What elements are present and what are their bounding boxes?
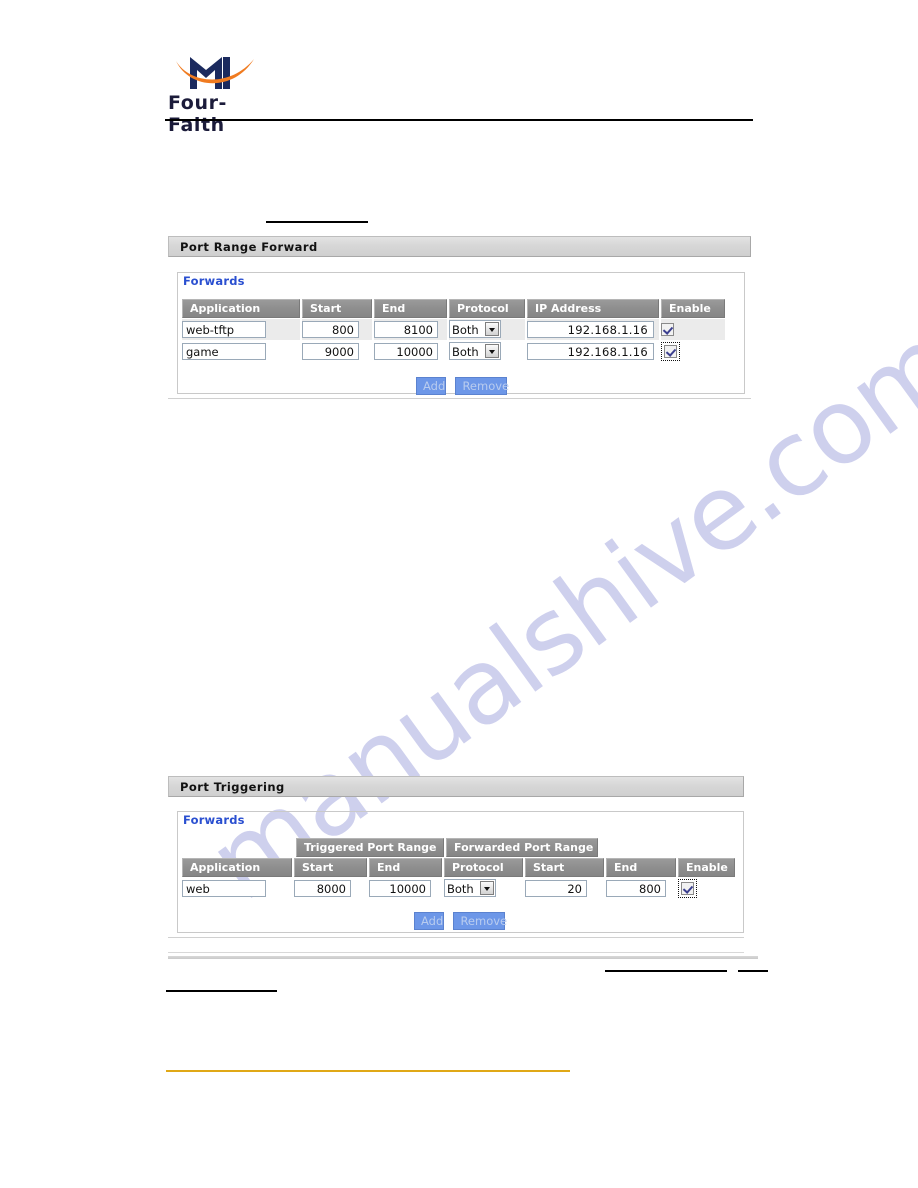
table-header-row: Application Start End Protocol Start End…	[182, 858, 735, 877]
column-header-enable: Enable	[678, 858, 735, 877]
section-header-port-triggering: Port Triggering	[168, 776, 744, 797]
column-header-forward-end: End	[606, 858, 676, 877]
section-title: Port Triggering	[180, 780, 285, 794]
protocol-select-value: Both	[452, 323, 479, 338]
ip-address-input[interactable]	[527, 321, 654, 338]
column-header-application: Application	[182, 299, 300, 318]
redaction-bar-footer-right-2	[738, 970, 768, 972]
protocol-select[interactable]: Both	[449, 342, 501, 361]
cell-enable	[661, 319, 725, 340]
section-title: Port Range Forward	[180, 240, 318, 254]
brand-logo: Four-Faith	[168, 48, 278, 136]
protocol-select[interactable]: Both	[444, 879, 496, 898]
section-header-port-range-forward: Port Range Forward	[168, 236, 751, 257]
port-range-forward-table: Application Start End Protocol IP Addres…	[180, 298, 727, 363]
enable-checkbox-focus-ring	[678, 879, 697, 898]
cell-enable	[678, 878, 735, 899]
remove-button[interactable]: Remove	[455, 377, 509, 395]
cell-forward-start	[525, 878, 604, 899]
start-port-input[interactable]	[302, 343, 359, 360]
application-input[interactable]	[182, 343, 266, 360]
group-header-spacer	[182, 838, 294, 857]
cell-application	[182, 319, 300, 340]
cell-start	[302, 319, 372, 340]
end-port-input[interactable]	[374, 343, 438, 360]
column-header-enable: Enable	[661, 299, 725, 318]
chevron-down-icon[interactable]	[485, 322, 499, 337]
application-input[interactable]	[182, 880, 266, 897]
cell-trigger-end	[369, 878, 442, 899]
four-faith-m-logo-icon	[176, 57, 254, 89]
ip-address-input[interactable]	[527, 343, 654, 360]
column-header-start: Start	[302, 299, 372, 318]
chevron-down-icon[interactable]	[480, 881, 494, 896]
end-port-input[interactable]	[374, 321, 438, 338]
header-divider	[165, 119, 753, 121]
cell-start	[302, 341, 372, 362]
cell-ip-address	[527, 319, 659, 340]
cell-end	[374, 319, 447, 340]
cell-application	[182, 878, 292, 899]
column-header-end: End	[374, 299, 447, 318]
redaction-bar-top	[266, 221, 368, 223]
enable-checkbox[interactable]	[681, 882, 694, 895]
table-row: Both	[182, 319, 725, 340]
cell-forward-end	[606, 878, 676, 899]
application-input[interactable]	[182, 321, 266, 338]
cell-application	[182, 341, 300, 362]
port-triggering-group-header-table: Triggered Port Range Forwarded Port Rang…	[180, 837, 600, 858]
footer-divider-thin	[168, 952, 744, 953]
table-header-row: Application Start End Protocol IP Addres…	[182, 299, 725, 318]
cell-enable	[661, 341, 725, 362]
forward-start-input[interactable]	[525, 880, 587, 897]
enable-checkbox[interactable]	[661, 322, 674, 336]
cell-protocol: Both	[444, 878, 523, 899]
table-row: Both	[182, 341, 725, 362]
add-button[interactable]: Add	[414, 912, 444, 930]
port-triggering-table: Application Start End Protocol Start End…	[180, 857, 737, 900]
column-header-protocol: Protocol	[449, 299, 525, 318]
trigger-start-input[interactable]	[294, 880, 351, 897]
action-buttons-2: Add Remove	[414, 912, 507, 930]
fieldset-legend-forwards-2: Forwards	[180, 813, 250, 827]
brand-name: Four-Faith	[168, 92, 228, 136]
fieldset-legend-forwards-1: Forwards	[180, 274, 250, 288]
cell-end	[374, 341, 447, 362]
start-port-input[interactable]	[302, 321, 359, 338]
forward-end-input[interactable]	[606, 880, 666, 897]
column-header-forward-start: Start	[525, 858, 604, 877]
cell-protocol: Both	[449, 319, 525, 340]
group-header-row: Triggered Port Range Forwarded Port Rang…	[182, 838, 598, 857]
column-header-trigger-end: End	[369, 858, 442, 877]
cell-protocol: Both	[449, 341, 525, 362]
cell-trigger-start	[294, 878, 367, 899]
protocol-select[interactable]: Both	[449, 320, 501, 339]
group-header-forwarded-port-range: Forwarded Port Range	[446, 838, 598, 857]
protocol-select-value: Both	[447, 882, 474, 897]
column-header-trigger-start: Start	[294, 858, 367, 877]
enable-checkbox-focus-ring	[661, 342, 680, 361]
table-row: Both	[182, 878, 735, 899]
group-header-triggered-port-range: Triggered Port Range	[296, 838, 444, 857]
action-buttons-1: Add Remove	[416, 377, 509, 395]
chevron-down-icon[interactable]	[485, 344, 499, 359]
enable-checkbox[interactable]	[664, 345, 677, 358]
column-header-protocol: Protocol	[444, 858, 523, 877]
cell-ip-address	[527, 341, 659, 362]
footer-gold-rule	[166, 1070, 570, 1072]
remove-button[interactable]: Remove	[453, 912, 507, 930]
trigger-end-input[interactable]	[369, 880, 431, 897]
column-header-application: Application	[182, 858, 292, 877]
redaction-bar-footer-left	[166, 990, 277, 992]
add-button[interactable]: Add	[416, 377, 446, 395]
protocol-select-value: Both	[452, 345, 479, 360]
footer-divider-thick	[168, 956, 758, 959]
redaction-bar-footer-right	[605, 970, 727, 972]
column-header-ip-address: IP Address	[527, 299, 659, 318]
